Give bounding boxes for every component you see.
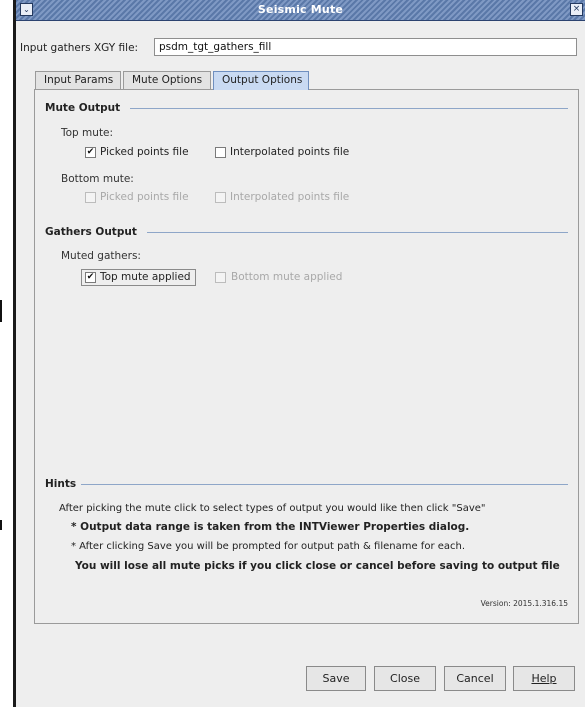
bottom-interpolated-label: Interpolated points file bbox=[230, 191, 350, 203]
section-divider bbox=[81, 484, 568, 485]
mute-output-title: Mute Output bbox=[45, 102, 121, 114]
help-button[interactable]: Help bbox=[513, 666, 575, 691]
left-margin bbox=[0, 0, 13, 707]
tab-input-params[interactable]: Input Params bbox=[35, 71, 121, 89]
bottom-applied-checkbox[interactable] bbox=[215, 272, 226, 283]
top-picked-checkbox[interactable]: ✔ bbox=[85, 147, 96, 158]
bottom-applied-label: Bottom mute applied bbox=[231, 271, 343, 283]
section-divider bbox=[147, 232, 568, 233]
left-edge-mark bbox=[0, 300, 2, 322]
bottom-mute-label: Bottom mute: bbox=[61, 173, 134, 185]
hint-line-1: After picking the mute click to select t… bbox=[59, 503, 486, 514]
cancel-button[interactable]: Cancel bbox=[444, 666, 506, 691]
hints-title: Hints bbox=[45, 478, 77, 490]
close-icon[interactable]: × bbox=[570, 3, 583, 16]
tab-mute-options[interactable]: Mute Options bbox=[123, 71, 211, 89]
top-interpolated-checkbox[interactable] bbox=[215, 147, 226, 158]
top-applied-label: Top mute applied bbox=[100, 271, 191, 283]
gathers-output-title: Gathers Output bbox=[45, 226, 137, 238]
tab-output-options[interactable]: Output Options bbox=[213, 71, 309, 90]
close-button[interactable]: Close bbox=[374, 666, 436, 691]
muted-gathers-label: Muted gathers: bbox=[61, 250, 141, 262]
input-file-field[interactable]: psdm_tgt_gathers_fill bbox=[154, 38, 577, 56]
bottom-picked-checkbox[interactable] bbox=[85, 192, 96, 203]
top-mute-label: Top mute: bbox=[61, 127, 114, 139]
top-interpolated-label: Interpolated points file bbox=[230, 146, 350, 158]
dialog-window: ⌄ Seismic Mute × Input gathers XGY file:… bbox=[16, 0, 585, 707]
save-button[interactable]: Save bbox=[306, 666, 366, 691]
hint-line-4: You will lose all mute picks if you clic… bbox=[75, 560, 560, 572]
version-label: Version: 2015.1.316.15 bbox=[480, 599, 568, 608]
section-divider bbox=[130, 108, 568, 109]
bottom-interpolated-checkbox[interactable] bbox=[215, 192, 226, 203]
window-title: Seismic Mute bbox=[257, 3, 344, 16]
hint-line-2: * Output data range is taken from the IN… bbox=[71, 521, 470, 533]
hint-line-3: * After clicking Save you will be prompt… bbox=[71, 541, 466, 552]
title-bar[interactable]: ⌄ Seismic Mute × bbox=[16, 0, 585, 21]
left-edge-mark bbox=[0, 520, 2, 530]
top-picked-label: Picked points file bbox=[100, 146, 189, 158]
output-options-panel: Mute Output Top mute: ✔ Picked points fi… bbox=[34, 89, 579, 624]
input-file-label: Input gathers XGY file: bbox=[20, 42, 139, 54]
top-applied-checkbox[interactable]: ✔ bbox=[85, 272, 96, 283]
bottom-picked-label: Picked points file bbox=[100, 191, 189, 203]
